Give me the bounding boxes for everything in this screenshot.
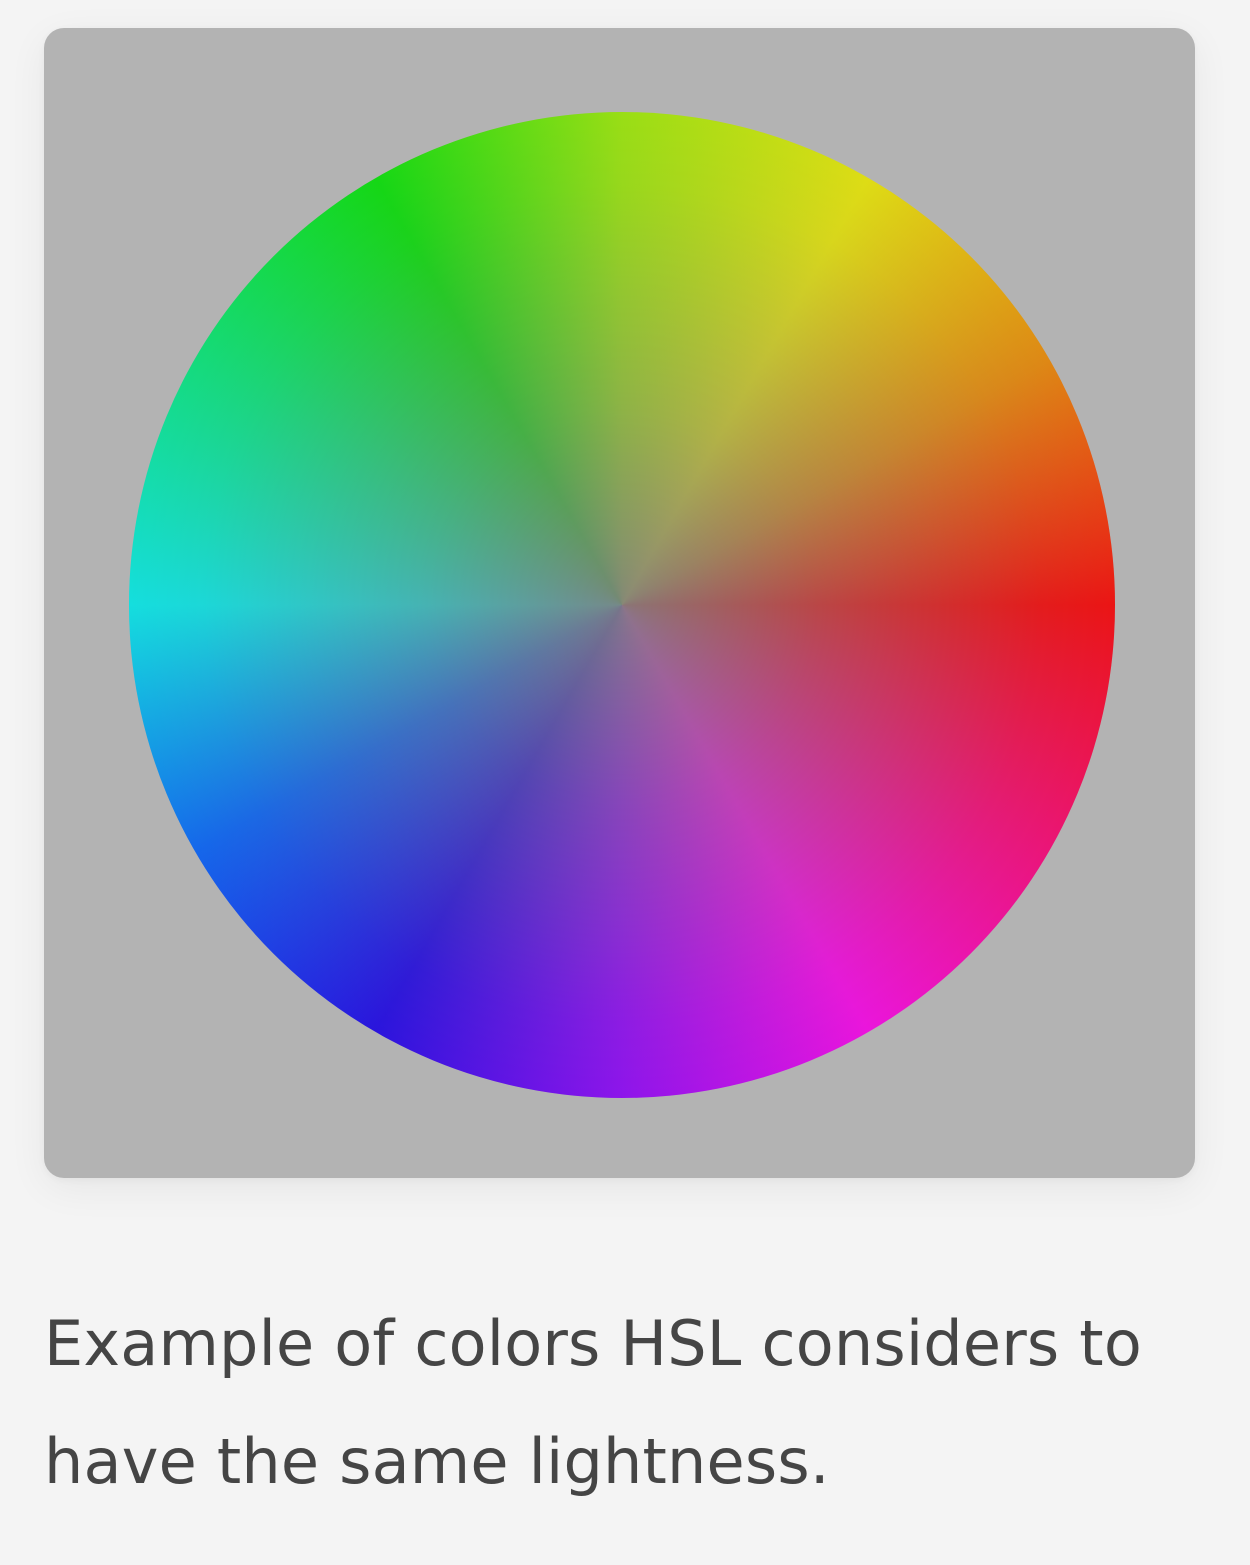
figure-caption: Example of colors HSL considers to have …	[44, 1307, 1142, 1498]
color-wheel-center-shading	[129, 112, 1115, 1098]
figure-card	[44, 28, 1195, 1178]
color-wheel-image	[129, 112, 1115, 1098]
